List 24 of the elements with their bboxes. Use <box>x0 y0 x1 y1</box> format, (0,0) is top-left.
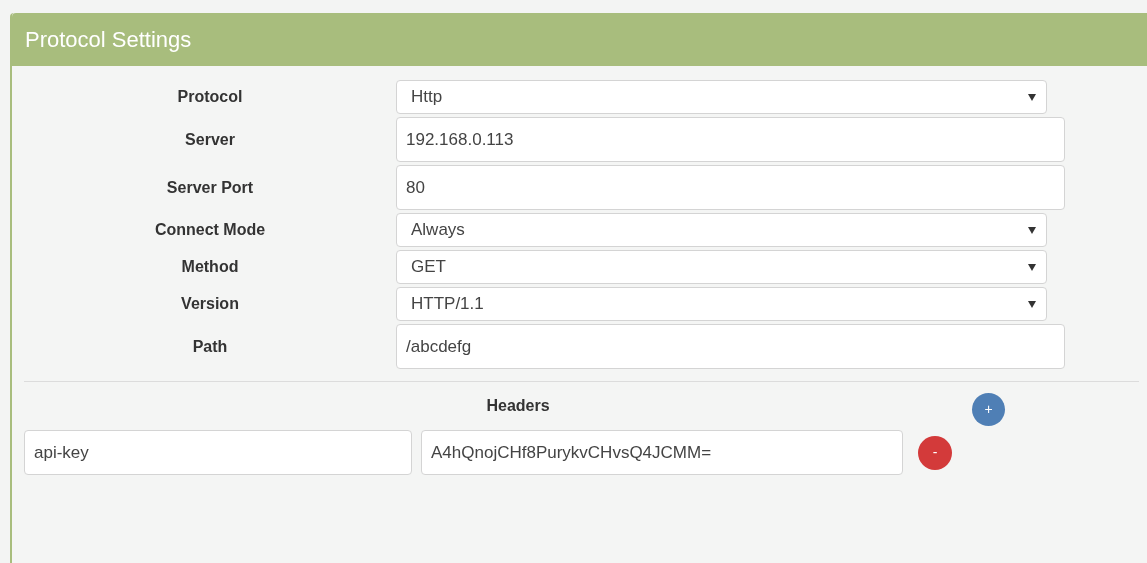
section-title: Headers <box>486 396 550 416</box>
dropdown[interactable]: Http <box>396 80 1047 114</box>
input-field[interactable]: /abcdefg <box>396 324 1065 369</box>
field-label: Version <box>181 294 239 314</box>
remove-button[interactable]: - <box>918 435 952 470</box>
caret-icon <box>1028 300 1036 308</box>
input-field[interactable]: A4hQnojCHf8PurykvCHvsQ4JCMM= <box>421 430 903 475</box>
caret-icon <box>1028 226 1036 234</box>
field-label: Server Port <box>166 177 254 198</box>
input-field[interactable]: api-key <box>24 430 412 475</box>
field-label: Connect Mode <box>154 220 266 240</box>
caret-icon <box>1028 93 1036 101</box>
input-field[interactable]: 192.168.0.113 <box>396 117 1065 162</box>
field-label: Server <box>185 129 235 150</box>
dropdown[interactable]: GET <box>396 250 1047 284</box>
add-button[interactable]: + <box>972 392 1005 426</box>
field-label: Path <box>192 336 228 357</box>
caret-icon <box>1028 263 1036 271</box>
dropdown[interactable]: Always <box>396 213 1047 247</box>
panel-title: Protocol Settings <box>25 26 192 54</box>
dropdown[interactable]: HTTP/1.1 <box>396 287 1047 321</box>
field-label: Method <box>181 257 239 277</box>
field-label: Protocol <box>177 87 243 107</box>
input-field[interactable]: 80 <box>396 165 1065 210</box>
